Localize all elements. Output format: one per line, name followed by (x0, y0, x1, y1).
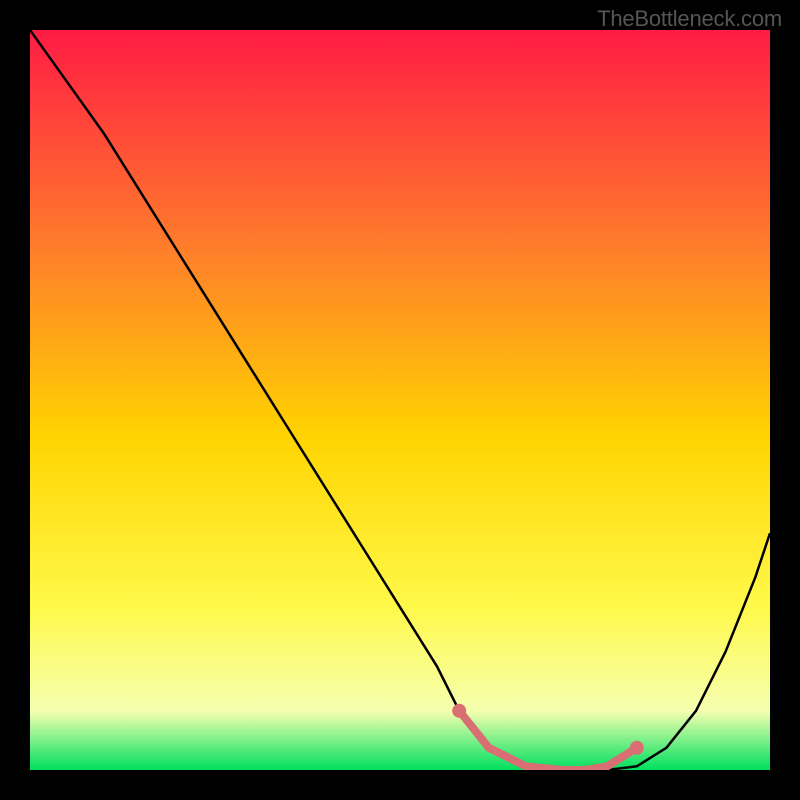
gradient-background (30, 30, 770, 770)
optimal-range-dot (452, 704, 466, 718)
chart-svg (30, 30, 770, 770)
chart-container: TheBottleneck.com (0, 0, 800, 800)
watermark-text: TheBottleneck.com (597, 6, 782, 32)
optimal-range-dot (630, 741, 644, 755)
plot-area (30, 30, 770, 770)
